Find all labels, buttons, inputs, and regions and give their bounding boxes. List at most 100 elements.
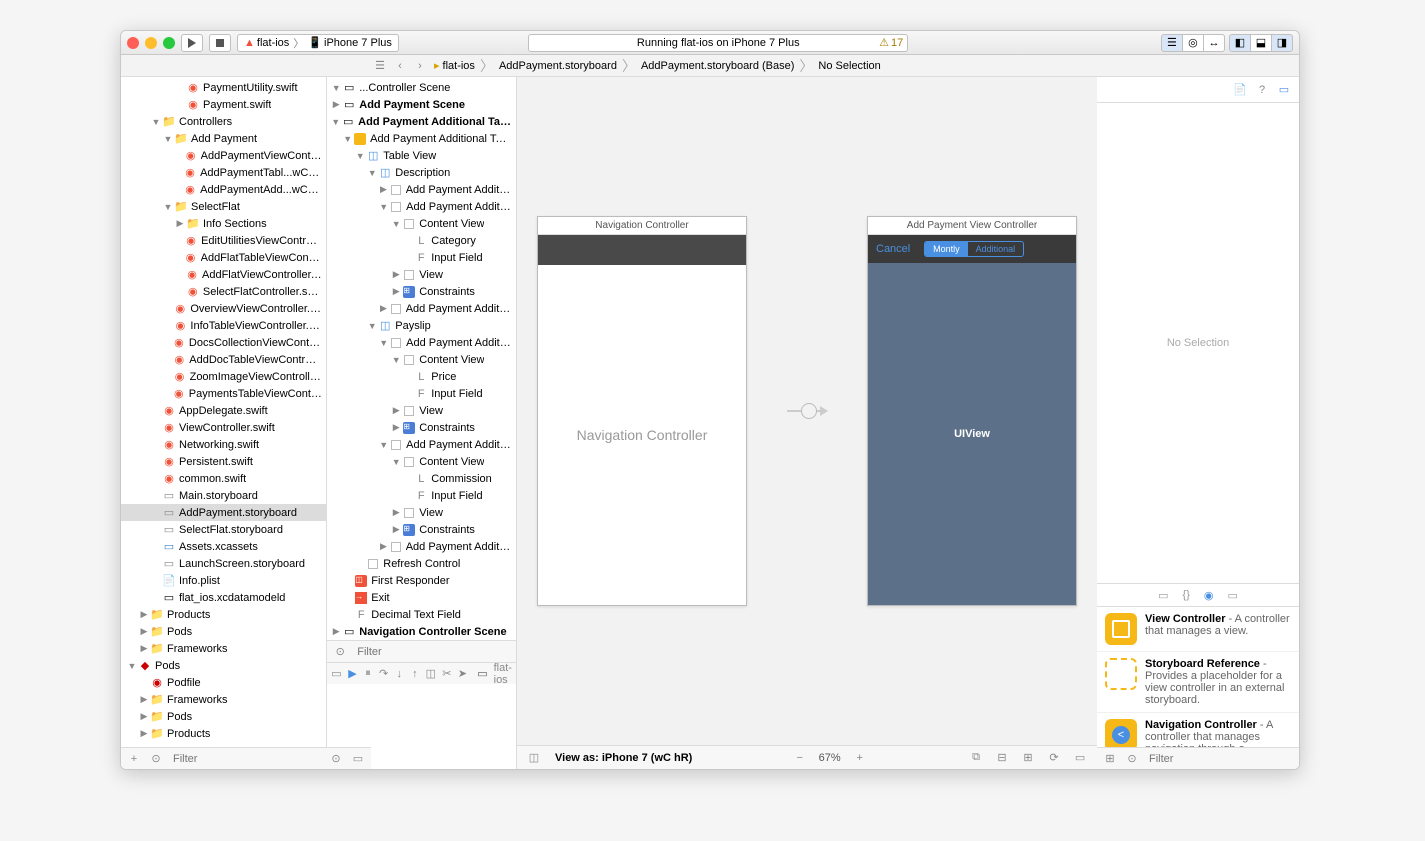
- disclosure-icon[interactable]: ▶: [379, 184, 387, 195]
- disclosure-icon[interactable]: ▶: [139, 643, 149, 654]
- navigator-filter-input[interactable]: [169, 750, 323, 768]
- toggle-utilities[interactable]: ◨: [1271, 34, 1293, 52]
- disclosure-icon[interactable]: ▼: [355, 151, 365, 161]
- tree-row[interactable]: ◉EditUtilitiesViewController.swift: [121, 232, 326, 249]
- tree-row[interactable]: ▼▭Add Payment Additional Table View...: [327, 113, 516, 130]
- tree-row[interactable]: ▶📁Pods: [121, 708, 326, 725]
- tree-row[interactable]: ◉Persistent.swift: [121, 453, 326, 470]
- tree-row[interactable]: ▶⊞Constraints: [327, 283, 516, 300]
- disclosure-icon[interactable]: ▶: [391, 507, 401, 518]
- tree-row[interactable]: ▼📁SelectFlat: [121, 198, 326, 215]
- library-filter-input[interactable]: [1145, 750, 1295, 768]
- object-library-tab[interactable]: ◉: [1204, 589, 1214, 602]
- version-editor[interactable]: ↔: [1203, 34, 1225, 52]
- tree-row[interactable]: ◉ZoomImageViewController.swift: [121, 368, 326, 385]
- tree-row[interactable]: LCommission: [327, 470, 516, 487]
- outline-filter-input[interactable]: [353, 643, 512, 661]
- run-button[interactable]: [181, 34, 203, 52]
- file-template-tab[interactable]: ▭: [1158, 589, 1168, 602]
- disclosure-icon[interactable]: ▼: [127, 661, 137, 671]
- disclosure-icon[interactable]: ▶: [175, 218, 185, 229]
- step-in-icon[interactable]: ↓: [394, 665, 404, 683]
- tree-row[interactable]: ▭LaunchScreen.storyboard: [121, 555, 326, 572]
- tree-row[interactable]: ▼◫Table View: [327, 147, 516, 164]
- storyboard-canvas[interactable]: Navigation Controller Navigation Control…: [517, 77, 1097, 745]
- tree-row[interactable]: ▼◫Description: [327, 164, 516, 181]
- tree-row[interactable]: ◉AddPaymentAdd...wController.swift: [121, 181, 326, 198]
- memory-icon[interactable]: ✂: [442, 665, 452, 683]
- library-item[interactable]: <Navigation Controller - A controller th…: [1097, 713, 1299, 747]
- zoom-in[interactable]: +: [851, 749, 869, 767]
- add-file-icon[interactable]: +: [125, 750, 143, 768]
- disclosure-icon[interactable]: ▼: [163, 202, 173, 212]
- tree-row[interactable]: ▶⊞Constraints: [327, 521, 516, 538]
- tree-row[interactable]: ▭Main.storyboard: [121, 487, 326, 504]
- minimize-window[interactable]: [145, 37, 157, 49]
- tree-row[interactable]: →Exit: [327, 589, 516, 606]
- tree-row[interactable]: ▼◫Payslip: [327, 317, 516, 334]
- tree-row[interactable]: ▶Add Payment Additional...: [327, 538, 516, 555]
- nav-back[interactable]: ‹: [391, 57, 409, 75]
- disclosure-icon[interactable]: ▼: [379, 202, 388, 212]
- zoom-out[interactable]: −: [791, 749, 809, 767]
- disclosure-icon[interactable]: ▶: [139, 728, 149, 739]
- tree-row[interactable]: ◉AppDelegate.swift: [121, 402, 326, 419]
- tree-row[interactable]: ▭flat_ios.xcdatamodeld: [121, 589, 326, 606]
- disclosure-icon[interactable]: ▼: [367, 321, 377, 331]
- disclosure-icon[interactable]: ▶: [391, 405, 401, 416]
- tree-row[interactable]: ▼Add Payment Additional Table Vie...: [327, 130, 516, 147]
- stop-button[interactable]: [209, 34, 231, 52]
- tree-row[interactable]: ▶View: [327, 504, 516, 521]
- tree-row[interactable]: Refresh Control: [327, 555, 516, 572]
- disclosure-icon[interactable]: ▶: [139, 694, 149, 705]
- disclosure-icon[interactable]: ▼: [343, 134, 352, 144]
- disclosure-icon[interactable]: ▼: [379, 440, 388, 450]
- disclosure-icon[interactable]: ▶: [379, 303, 387, 314]
- tree-row[interactable]: ▶⊞Constraints: [327, 419, 516, 436]
- recent-filter-icon[interactable]: ⊙: [327, 750, 345, 768]
- stack-icon[interactable]: ▭: [1071, 749, 1089, 767]
- tree-row[interactable]: ▶📁Info Sections: [121, 215, 326, 232]
- step-out-icon[interactable]: ↑: [410, 665, 420, 683]
- disclosure-icon[interactable]: ▼: [151, 117, 161, 127]
- help-inspector-tab[interactable]: ?: [1253, 81, 1271, 99]
- tree-row[interactable]: ▶▭Add Payment Scene: [327, 96, 516, 113]
- scheme-selector[interactable]: ▲ flat-ios 〉 📱 iPhone 7 Plus: [237, 34, 399, 52]
- tree-row[interactable]: ▶Add Payment Additional...: [327, 300, 516, 317]
- tree-row[interactable]: ▼◆Pods: [121, 657, 326, 674]
- view-as-label[interactable]: View as: iPhone 7 (wC hR): [555, 752, 692, 764]
- embed-icon[interactable]: ⧉: [967, 749, 985, 767]
- library-item[interactable]: Storyboard Reference - Provides a placeh…: [1097, 652, 1299, 713]
- tree-row[interactable]: ◉InfoTableViewController.swift: [121, 317, 326, 334]
- disclosure-icon[interactable]: ▶: [391, 422, 401, 433]
- file-inspector-tab[interactable]: 📄: [1231, 81, 1249, 99]
- disclosure-icon[interactable]: ▼: [391, 355, 401, 365]
- disclosure-icon[interactable]: ▼: [379, 338, 388, 348]
- step-over-icon[interactable]: ↷: [379, 665, 389, 683]
- tree-row[interactable]: ▶📁Pods: [121, 623, 326, 640]
- hide-debug-icon[interactable]: ▭: [331, 665, 341, 683]
- tree-row[interactable]: ▭Assets.xcassets: [121, 538, 326, 555]
- disclosure-icon[interactable]: ▶: [391, 269, 401, 280]
- disclosure-icon[interactable]: ▶: [379, 541, 387, 552]
- disclosure-icon[interactable]: ▶: [139, 626, 149, 637]
- tree-row[interactable]: FDecimal Text Field: [327, 606, 516, 623]
- seg-additional[interactable]: Additional: [968, 242, 1024, 256]
- tree-row[interactable]: LCategory: [327, 232, 516, 249]
- tree-row[interactable]: ◫First Responder: [327, 572, 516, 589]
- related-items[interactable]: ☰: [371, 57, 389, 75]
- tree-row[interactable]: ◉PaymentsTableViewController.swift: [121, 385, 326, 402]
- tree-row[interactable]: ◉SelectFlatController.swift: [121, 283, 326, 300]
- tree-row[interactable]: FInput Field: [327, 385, 516, 402]
- disclosure-icon[interactable]: ▼: [331, 117, 340, 127]
- toggle-debug-area[interactable]: ⬓: [1250, 34, 1272, 52]
- tree-row[interactable]: ◉PaymentUtility.swift: [121, 79, 326, 96]
- tree-row[interactable]: ▶▭Navigation Controller Scene: [327, 623, 516, 640]
- toggle-outline-icon[interactable]: ◫: [525, 749, 543, 767]
- close-window[interactable]: [127, 37, 139, 49]
- tree-row[interactable]: ◉OverviewViewController.swift: [121, 300, 326, 317]
- grid-icon[interactable]: ⊞: [1101, 750, 1119, 768]
- disclosure-icon[interactable]: ▶: [331, 99, 341, 110]
- scm-filter-icon[interactable]: ▭: [349, 750, 367, 768]
- nav-forward[interactable]: ›: [411, 57, 429, 75]
